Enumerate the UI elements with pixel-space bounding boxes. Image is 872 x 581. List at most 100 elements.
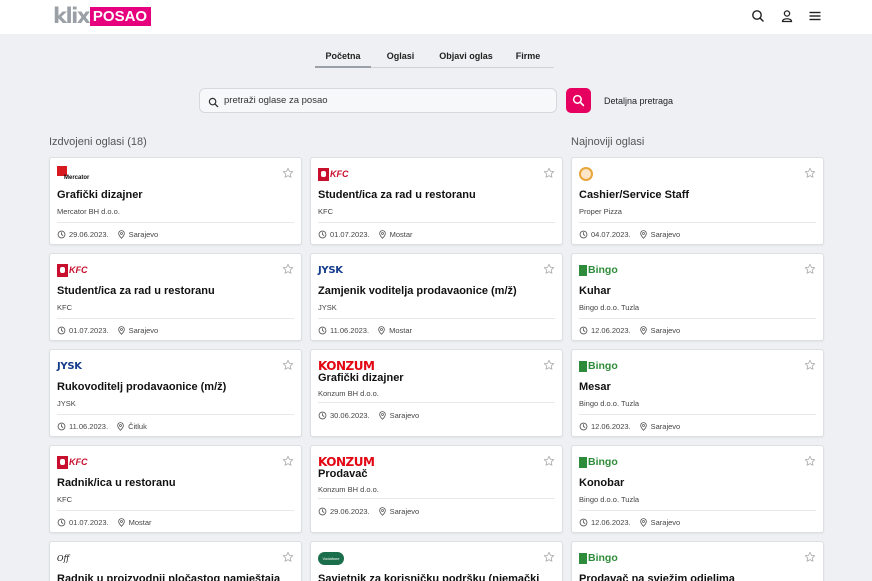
company-logo: KFC — [57, 454, 88, 470]
favorite-star-icon[interactable] — [543, 262, 555, 280]
job-card[interactable]: JYSK Zamjenik voditelja prodavaonice (m/ž… — [310, 253, 563, 341]
job-title[interactable]: Grafički dizajner — [318, 372, 404, 384]
clock-icon — [318, 326, 330, 335]
tab-objavi-oglas[interactable]: Objavi oglas — [430, 45, 502, 68]
bingo-logo: Bingo — [579, 264, 618, 276]
clock-icon — [318, 507, 330, 516]
job-title[interactable]: Prodavač — [318, 468, 368, 480]
job-card[interactable]: KFC Student/ica za rad u restoranu KFC 01.0… — [49, 253, 302, 341]
company-logo: Bingo — [579, 550, 618, 566]
card-divider — [57, 222, 294, 223]
favorite-star-icon[interactable] — [282, 358, 294, 376]
job-title[interactable]: Mesar — [579, 381, 611, 393]
site-logo[interactable]: klix POSAO — [53, 6, 152, 27]
tab-pocetna[interactable]: Početna — [315, 45, 371, 68]
favorite-star-icon[interactable] — [543, 166, 555, 184]
location-pin-icon — [639, 230, 651, 239]
jysk-logo: JYSK — [318, 264, 343, 276]
bingo-logo: Bingo — [579, 360, 618, 372]
company-name: KFC — [318, 207, 333, 216]
job-card[interactable]: Bingo Mesar Bingo d.o.o. Tuzla 12.06.2023. S… — [571, 349, 824, 437]
favorite-star-icon[interactable] — [543, 454, 555, 472]
posted-date: 12.06.2023. — [591, 326, 631, 335]
company-logo: Mercator — [57, 166, 99, 182]
favorite-star-icon[interactable] — [282, 166, 294, 184]
job-card[interactable]: KFC Student/ica za rad u restoranu KFC 01.0… — [310, 157, 563, 245]
company-name: Konzum BH d.o.o. — [318, 485, 379, 494]
posted-date: 01.07.2023. — [69, 326, 109, 335]
job-meta: 30.06.2023. Sarajevo — [318, 411, 419, 420]
location-pin-icon — [116, 422, 128, 431]
favorite-star-icon[interactable] — [282, 550, 294, 568]
job-title[interactable]: Student/ica za rad u restoranu — [318, 189, 476, 201]
bingo-logo-text: Bingo — [588, 360, 618, 372]
job-card[interactable]: KONZUM Grafički dizajner Konzum BH d.o.o. 3… — [310, 349, 563, 437]
job-title[interactable]: Radnik u proizvodnji pločastog namještaj… — [57, 573, 280, 581]
job-card[interactable]: KFC Radnik/ica u restoranu KFC 01.07.2023. M… — [49, 445, 302, 533]
clock-icon — [57, 422, 69, 431]
job-meta: 01.07.2023. Mostar — [57, 518, 152, 527]
card-divider — [579, 222, 816, 223]
job-location: Sarajevo — [378, 411, 419, 420]
job-title[interactable]: Student/ica za rad u restoranu — [57, 285, 215, 297]
job-title[interactable]: Grafički dizajner — [57, 189, 143, 201]
job-title[interactable]: Cashier/Service Staff — [579, 189, 689, 201]
company-logo: Vodafone — [318, 550, 344, 566]
location-text: Sarajevo — [128, 326, 159, 335]
favorite-star-icon[interactable] — [282, 454, 294, 472]
tab-oglasi[interactable]: Oglasi — [371, 45, 430, 68]
job-card[interactable]: KONZUM Prodavač Konzum BH d.o.o. 29.06.2023… — [310, 445, 563, 533]
posted-date: 11.06.2023. — [69, 422, 109, 431]
job-card[interactable]: Bingo Prodavač na svježim odjelima — [571, 541, 824, 581]
kfc-logo-text: KFC — [330, 169, 349, 179]
company-name: KFC — [57, 303, 72, 312]
job-title[interactable]: Kuhar — [579, 285, 611, 297]
job-title[interactable]: Radnik/ica u restoranu — [57, 477, 176, 489]
job-location: Mostar — [117, 518, 152, 527]
search-field-icon — [208, 95, 219, 113]
favorite-star-icon[interactable] — [543, 550, 555, 568]
location-pin-icon — [377, 326, 389, 335]
job-card[interactable]: Bingo Kuhar Bingo d.o.o. Tuzla 12.06.2023. S… — [571, 253, 824, 341]
company-name: Proper Pizza — [579, 207, 622, 216]
job-title[interactable]: Zamjenik voditelja prodavaonice (m/ž) — [318, 285, 517, 297]
job-card[interactable]: Mercator Grafički dizajner Mercator BH d.o… — [49, 157, 302, 245]
job-card[interactable]: Off Radnik u proizvodnji pločastog namješ… — [49, 541, 302, 581]
location-pin-icon — [639, 518, 651, 527]
tab-firme[interactable]: Firme — [502, 45, 554, 68]
location-pin-icon — [378, 507, 390, 516]
posted-date: 30.06.2023. — [330, 411, 370, 420]
job-title[interactable]: Prodavač na svježim odjelima — [579, 573, 735, 581]
off-logo: Off — [57, 553, 70, 563]
job-card[interactable]: Vodafone Savjetnik za korisničku podršku … — [310, 541, 563, 581]
location-text: Mostar — [128, 518, 152, 527]
job-card[interactable]: Cashier/Service Staff Proper Pizza 04.07.2… — [571, 157, 824, 245]
job-title[interactable]: Konobar — [579, 477, 624, 489]
detailed-search-link[interactable]: Detaljna pretraga — [604, 96, 673, 106]
favorite-star-icon[interactable] — [282, 262, 294, 280]
favorite-star-icon[interactable] — [804, 262, 816, 280]
favorite-star-icon[interactable] — [804, 550, 816, 568]
favorite-star-icon[interactable] — [804, 358, 816, 376]
job-title[interactable]: Savjetnik za korisničku podršku (njemačk… — [318, 573, 539, 581]
search-box[interactable] — [199, 88, 557, 113]
bingo-logo: Bingo — [579, 456, 618, 468]
search-icon[interactable] — [750, 8, 766, 24]
favorite-star-icon[interactable] — [543, 358, 555, 376]
job-title[interactable]: Rukovoditelj prodavaonice (m/ž) — [57, 381, 226, 393]
menu-icon[interactable] — [807, 8, 823, 24]
bingo-logo-text: Bingo — [588, 552, 618, 564]
search-button[interactable] — [566, 88, 591, 113]
job-meta: 12.06.2023. Sarajevo — [579, 326, 680, 335]
favorite-star-icon[interactable] — [804, 166, 816, 184]
user-icon[interactable] — [779, 8, 795, 24]
job-card[interactable]: Bingo Konobar Bingo d.o.o. Tuzla 12.06.2023… — [571, 445, 824, 533]
card-divider — [318, 222, 555, 223]
search-input[interactable] — [224, 92, 544, 109]
kfc-logo-text: KFC — [69, 457, 88, 467]
jysk-logo: JYSK — [57, 360, 82, 372]
clock-icon — [318, 411, 330, 420]
job-card[interactable]: JYSK Rukovoditelj prodavaonice (m/ž) JYSK 1… — [49, 349, 302, 437]
favorite-star-icon[interactable] — [804, 454, 816, 472]
posted-date: 29.06.2023. — [330, 507, 370, 516]
